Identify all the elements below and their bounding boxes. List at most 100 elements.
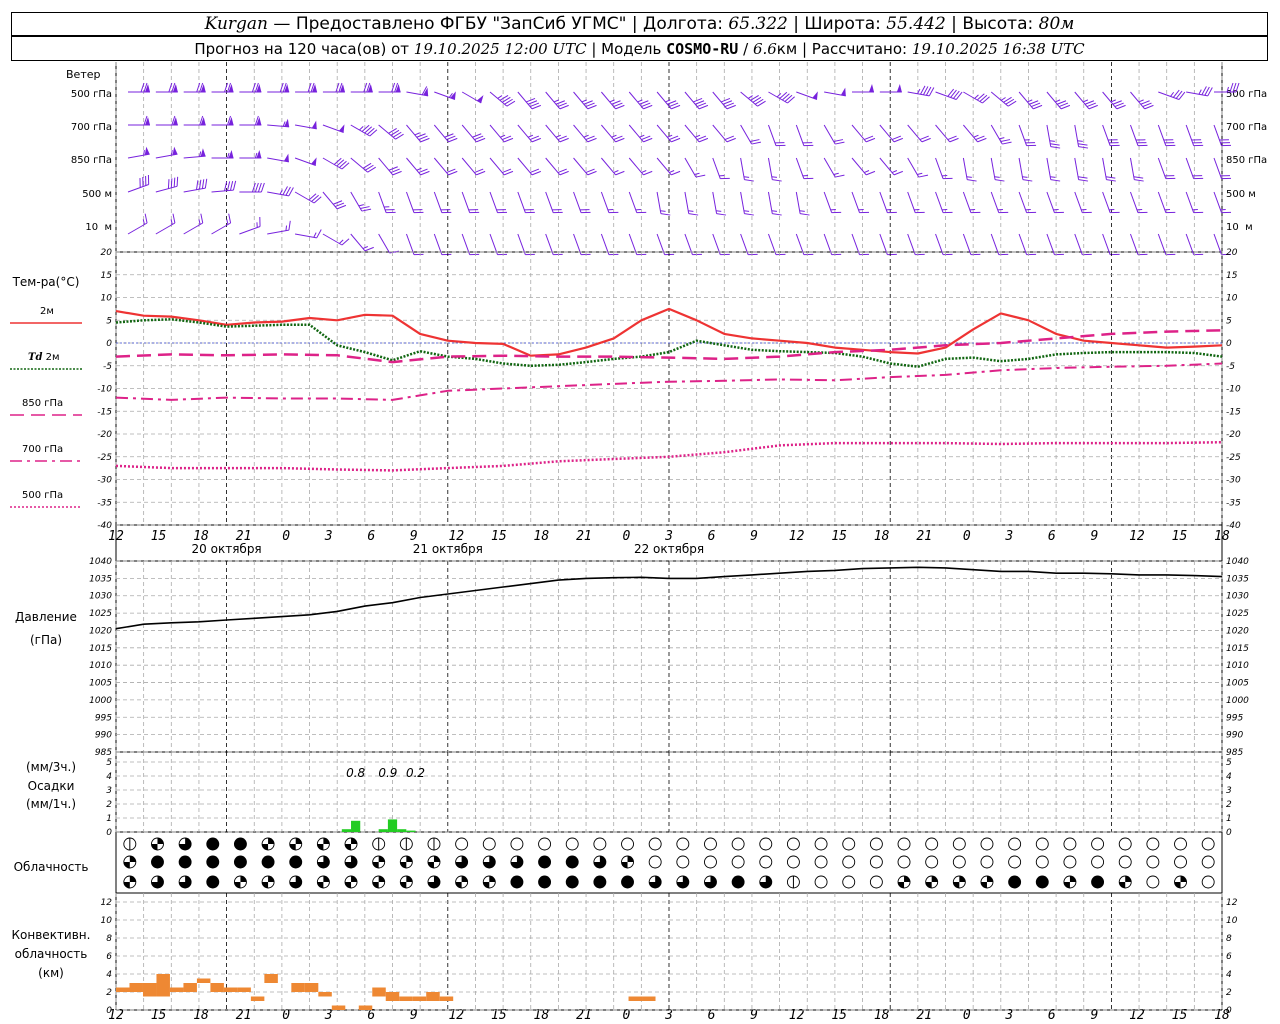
wind-barb-staff <box>851 124 867 143</box>
wind-barb-feather <box>1077 143 1088 146</box>
cloud-symbol <box>351 876 358 882</box>
wind-barb <box>461 91 484 104</box>
pressure-tick-left: 985 <box>95 748 112 758</box>
wind-barb-pennant <box>869 84 874 92</box>
wind-barb-feather <box>1221 144 1232 147</box>
wind-barb <box>601 91 625 110</box>
wind-barb <box>795 233 814 256</box>
wind-barb-feather <box>1193 211 1204 214</box>
cloud-symbol <box>732 876 745 888</box>
cloud-symbol <box>378 876 385 882</box>
wind-barb <box>1074 191 1092 214</box>
wind-barb <box>517 233 535 256</box>
cloud-symbol <box>869 855 883 869</box>
wind-barb <box>935 124 959 143</box>
wind-barb-feather <box>1235 82 1240 93</box>
wind-barb-feather <box>257 182 262 193</box>
wind-barb-half-feather <box>1170 91 1175 97</box>
wind-barb-staff <box>935 191 944 213</box>
wind-barb <box>990 124 1012 145</box>
wind-barb <box>211 82 234 93</box>
temp-tick-right: -5 <box>1226 362 1235 372</box>
temp-tick-right: -25 <box>1226 453 1241 463</box>
wind-barb-feather <box>1191 139 1202 141</box>
wind-barb <box>573 124 597 143</box>
wind-barb <box>824 87 846 97</box>
wind-barb <box>740 91 766 107</box>
wind-barb-staff <box>211 222 231 235</box>
wind-barb-staff <box>767 157 773 180</box>
wind-barb <box>239 150 262 159</box>
cloud-symbol <box>1008 855 1022 869</box>
cloud-symbol <box>538 837 552 851</box>
wind-barb-staff <box>517 191 526 213</box>
conv-tick-left: 8 <box>106 934 112 944</box>
wind-barb <box>155 213 176 235</box>
wind-barb <box>322 191 347 210</box>
wind-barb-staff <box>294 233 317 239</box>
wind-barb-staff <box>907 124 923 143</box>
wind-barb <box>322 157 350 170</box>
time-tick-label: 18 <box>874 529 890 544</box>
wind-barb-feather <box>469 211 480 214</box>
wind-barb-feather <box>580 209 590 211</box>
wind-barb <box>267 153 289 163</box>
wind-barb-staff <box>907 191 916 213</box>
temp-tick-left: -20 <box>97 430 112 440</box>
cloud-symbol <box>289 844 296 850</box>
wind-barb-feather <box>496 209 506 211</box>
cloud-symbol <box>786 837 800 851</box>
cloud-symbol <box>538 856 551 868</box>
precip-bar <box>387 819 398 832</box>
cloud-symbol <box>323 838 330 844</box>
wind-barb <box>489 233 508 256</box>
wind-barb-staff <box>461 91 482 104</box>
pressure-tick-left: 1025 <box>89 609 112 619</box>
wind-barb-feather <box>947 88 955 97</box>
conv-tick-right: 0 <box>1226 1006 1232 1016</box>
time-tick-label: 3 <box>324 529 333 544</box>
time-tick-label: 3 <box>1004 529 1013 544</box>
pressure-tick-left: 1030 <box>89 592 112 602</box>
cloud-symbol <box>317 844 324 850</box>
wind-barb <box>322 82 345 93</box>
wind-barb <box>489 191 508 214</box>
conv-tick-left: 12 <box>101 898 113 908</box>
cloud-symbol <box>151 856 164 868</box>
wind-barb-pennant <box>283 153 289 162</box>
wind-barb <box>1186 86 1213 97</box>
pressure-tick-right: 1015 <box>1226 644 1249 654</box>
cloud-symbol <box>295 838 302 844</box>
wind-barb <box>990 91 1017 107</box>
wind-barb <box>601 157 625 176</box>
cloud-symbol <box>538 876 551 888</box>
cloud-symbol <box>842 837 856 851</box>
wind-barb <box>1018 124 1037 147</box>
wind-barb <box>155 176 179 193</box>
wind-barb-staff <box>489 191 498 213</box>
cloud-symbol <box>234 838 247 850</box>
wind-barb <box>823 191 842 214</box>
wind-barb-feather <box>1165 211 1176 214</box>
time-tick-label: 21 <box>576 529 592 544</box>
precip-tick-right: 4 <box>1226 772 1232 782</box>
wind-barb-staff <box>1129 191 1139 213</box>
wind-barb-staff <box>155 185 178 193</box>
cloud-symbol <box>759 855 773 869</box>
wind-barb-staff <box>406 157 421 176</box>
wind-barb-staff <box>740 91 758 107</box>
wind-barb-half-feather <box>994 176 1000 178</box>
wind-barb <box>545 157 569 176</box>
temp-tick-right: 10 <box>1226 294 1238 304</box>
wind-barb-feather <box>226 181 231 191</box>
day-label: 21 октября <box>413 542 483 556</box>
wind-barb-feather <box>1078 179 1089 182</box>
conv-bar <box>372 987 386 997</box>
wind-barb <box>127 146 150 159</box>
wind-barb-feather <box>1175 90 1183 99</box>
precip-tick-right: 1 <box>1226 814 1232 824</box>
precip-bar <box>341 829 352 832</box>
conv-bar <box>264 974 278 983</box>
time-tick-label: 15 <box>831 529 847 544</box>
temp-tick-left: 10 <box>101 294 113 304</box>
